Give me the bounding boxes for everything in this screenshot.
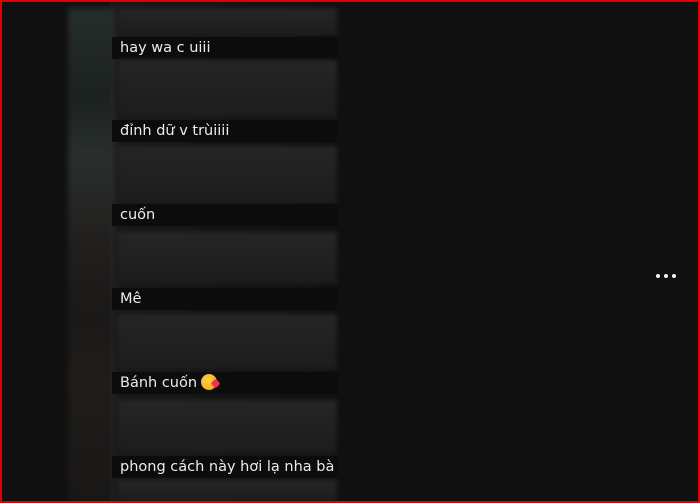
comment-text: hay wa c uiii xyxy=(112,37,337,59)
comment-text: cuốn xyxy=(112,204,337,226)
comment-text: phong cách này hơi lạ nha bà xyxy=(112,456,337,478)
comment-item[interactable]: Mê xyxy=(112,232,337,312)
blurred-avatar-region xyxy=(118,60,337,118)
blurred-avatar-region xyxy=(118,232,337,284)
comment-item[interactable]: hay wa c uiii xyxy=(112,8,337,60)
smiling-face-with-hearts-icon xyxy=(201,374,218,390)
comment-item[interactable]: đỉnh dữ v trùiiii xyxy=(112,60,337,142)
comment-text: Mê xyxy=(112,288,337,310)
comment-item[interactable]: cuốn xyxy=(112,146,337,228)
blurred-avatar-region xyxy=(118,480,337,503)
more-horizontal-icon xyxy=(656,274,660,278)
blurred-avatar-region xyxy=(118,146,337,204)
comment-text: đỉnh dữ v trùiiii xyxy=(112,120,337,142)
blurred-avatar-region xyxy=(118,8,337,36)
blurred-video-background xyxy=(68,8,116,503)
comment-text-label: Bánh cuốn xyxy=(120,375,198,391)
comment-item[interactable]: phong cách này hơi lạ nha bà xyxy=(112,400,337,503)
more-options-button[interactable] xyxy=(652,266,680,286)
blurred-avatar-region xyxy=(118,314,337,370)
comment-item[interactable]: Bánh cuốn xyxy=(112,314,337,396)
comment-text: Bánh cuốn xyxy=(112,372,337,394)
blurred-avatar-region xyxy=(118,400,337,454)
